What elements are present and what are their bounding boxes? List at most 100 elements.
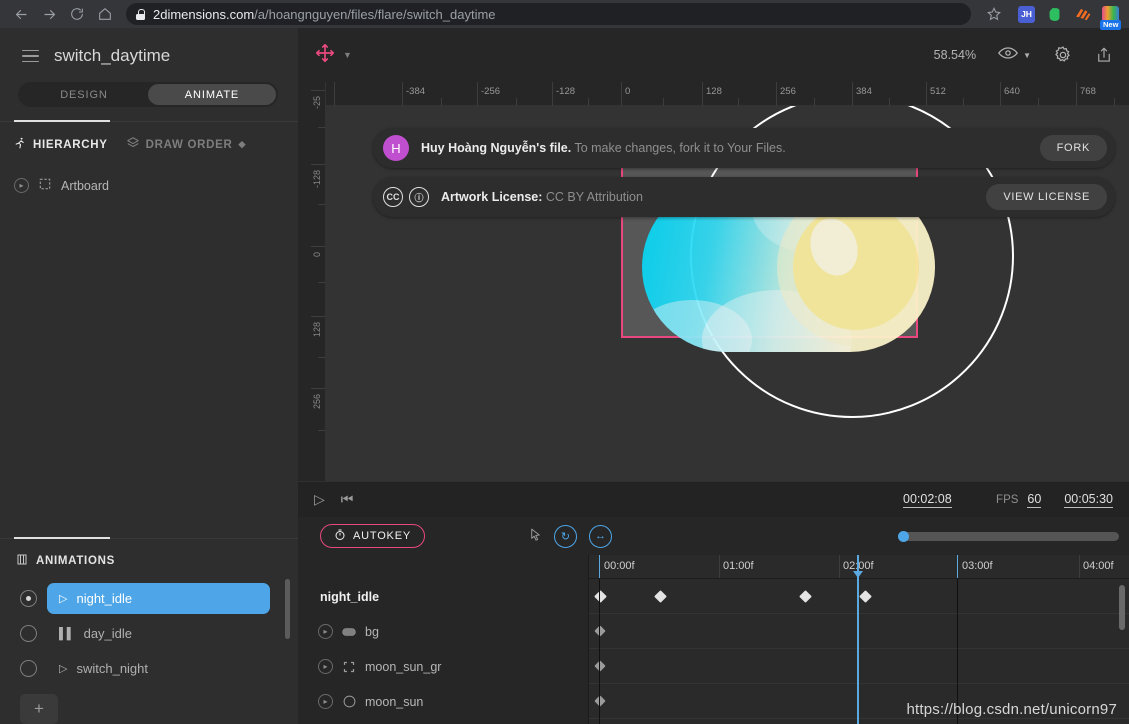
cc-icon: CC (383, 187, 403, 207)
attribution-icon: ⓘ (409, 187, 429, 207)
track-name-column: night_idle ▸ bg ▸ moon_sun_gr ▸ moon_sun (298, 555, 588, 724)
list-item[interactable]: ▷ night_idle (0, 581, 298, 616)
new-badge: New (1100, 20, 1122, 30)
keyframe[interactable] (594, 660, 606, 672)
animation-item-night-idle[interactable]: ▷ night_idle (47, 583, 270, 614)
chevron-right-icon[interactable]: ▸ (318, 694, 333, 709)
hruler-tick: 128 (706, 86, 722, 97)
home-icon[interactable] (92, 1, 118, 27)
add-animation-button[interactable]: + (20, 694, 58, 724)
forward-arrow-icon[interactable] (36, 1, 62, 27)
animation-radio-switch-night[interactable] (20, 660, 37, 677)
move-tool-button[interactable]: ▼ (314, 42, 352, 69)
eye-icon (998, 46, 1018, 65)
tab-hierarchy[interactable]: HIERARCHY (14, 136, 108, 153)
timeline-toolbar: AUTOKEY ↻ ↔ (298, 517, 1129, 555)
playback-bar: ▷ ⏮ 00:02:08 FPS 60 00:05:30 (298, 481, 1129, 517)
animation-item-day-idle[interactable]: ▌▌ day_idle (47, 618, 270, 649)
fork-button[interactable]: FORK (1039, 135, 1107, 161)
range-knob-start[interactable] (898, 530, 909, 542)
timeline-scrollbar[interactable] (1119, 585, 1125, 630)
chevron-right-icon[interactable]: ▸ (318, 624, 333, 639)
license-banner-text: Artwork License: CC BY Attribution (441, 190, 643, 204)
animation-radio-night-idle[interactable] (20, 590, 37, 607)
tab-animate[interactable]: ANIMATE (148, 84, 276, 105)
mode-toggle[interactable]: DESIGN ANIMATE (18, 82, 278, 107)
hruler-tick: 640 (1004, 86, 1020, 97)
watermark: https://blog.csdn.net/unicorn97 (906, 701, 1117, 718)
track-grid[interactable]: 00:00f 01:00f 02:00f 03:00f 04:00f (588, 555, 1129, 724)
track-name-moon-sun-gr[interactable]: ▸ moon_sun_gr (298, 649, 588, 684)
fork-banner: H Huy Hoàng Nguyễn's file. To make chang… (373, 128, 1115, 168)
fork-banner-owner: Huy Hoàng Nguyễn's file. (421, 141, 572, 155)
total-time[interactable]: 00:05:30 (1064, 492, 1113, 508)
playhead[interactable] (853, 555, 863, 724)
table-row[interactable] (589, 579, 1129, 614)
chevron-down-icon[interactable]: ▼ (343, 50, 352, 60)
track-name-moon-flare[interactable]: ▸ moon-flare (298, 719, 588, 724)
editor-toolbar: ▼ 58.54% ▼ (298, 28, 1129, 82)
playback-right: FPS 60 00:05:30 (996, 492, 1113, 508)
hamburger-icon[interactable] (22, 49, 39, 63)
keyframe[interactable] (653, 589, 667, 603)
skip-to-start-icon[interactable]: ⏮ (341, 491, 354, 508)
table-row[interactable] (589, 719, 1129, 724)
fps-label: FPS (996, 493, 1019, 506)
fps-value[interactable]: 60 (1027, 492, 1042, 508)
back-arrow-icon[interactable] (8, 1, 34, 27)
timeline-body: night_idle ▸ bg ▸ moon_sun_gr ▸ moon_sun… (298, 555, 1129, 724)
star-icon[interactable] (981, 1, 1007, 27)
visibility-dropdown[interactable]: ▼ (998, 46, 1031, 65)
keyframe[interactable] (858, 589, 872, 603)
list-item[interactable]: ▌▌ day_idle (0, 616, 298, 651)
honey-extension-icon[interactable] (1074, 6, 1091, 23)
list-item[interactable]: ▷ switch_night (0, 651, 298, 686)
track-name-bg[interactable]: ▸ bg (298, 614, 588, 649)
film-icon (16, 553, 28, 569)
animation-radio-day-idle[interactable] (20, 625, 37, 642)
panel-tab-row: HIERARCHY DRAW ORDER ◆ (0, 122, 298, 153)
license-value: CC BY Attribution (545, 190, 643, 204)
keyframe[interactable] (593, 589, 607, 603)
table-row[interactable] (589, 614, 1129, 649)
loop-button-icon[interactable]: ↻ (553, 524, 577, 548)
zoom-level[interactable]: 58.54% (934, 48, 976, 62)
canvas-stage[interactable]: H Huy Hoàng Nguyễn's file. To make chang… (326, 106, 1129, 481)
table-row[interactable] (589, 649, 1129, 684)
horizontal-ruler: -384 -256 -128 0 128 256 384 512 640 768 (326, 82, 1129, 106)
pingpong-button-icon[interactable]: ↔ (588, 524, 612, 548)
keyframe[interactable] (798, 589, 812, 603)
track-label: night_idle (320, 589, 380, 604)
animations-scrollbar[interactable] (285, 579, 290, 639)
tab-design[interactable]: DESIGN (20, 84, 148, 105)
tab-draw-order[interactable]: DRAW ORDER ◆ (126, 136, 247, 153)
keyframe[interactable] (594, 625, 606, 637)
keyframe[interactable] (594, 695, 606, 707)
cursor-arrow-icon (529, 527, 542, 545)
chevron-right-icon[interactable]: ▸ (318, 659, 333, 674)
diamond-icon: ◆ (238, 139, 247, 149)
chevron-right-icon[interactable]: ▸ (14, 178, 29, 193)
address-bar[interactable]: 2dimensions.com/a/hoangnguyen/files/flar… (126, 3, 971, 25)
playhead-handle[interactable] (853, 571, 863, 578)
play-icon[interactable]: ▷ (314, 491, 325, 508)
track-name-night-idle[interactable]: night_idle (298, 579, 588, 614)
play-icon: ▷ (59, 663, 68, 675)
animation-item-switch-night[interactable]: ▷ switch_night (47, 653, 270, 684)
autokey-button[interactable]: AUTOKEY (320, 524, 425, 548)
jh-extension-icon[interactable]: JH (1018, 5, 1035, 23)
fork-banner-text: Huy Hoàng Nguyễn's file. To make changes… (421, 141, 786, 155)
share-icon[interactable] (1095, 45, 1113, 65)
track-name-moon-sun[interactable]: ▸ moon_sun (298, 684, 588, 719)
view-license-button[interactable]: VIEW LICENSE (986, 184, 1107, 210)
hruler-tick: -384 (406, 86, 426, 97)
evernote-extension-icon[interactable] (1046, 6, 1063, 23)
tree-item-artboard[interactable]: ▸ Artboard (14, 177, 298, 194)
gear-icon[interactable] (1053, 45, 1073, 65)
circle-icon (342, 695, 356, 708)
reload-icon[interactable] (64, 1, 90, 27)
hruler-tick: 768 (1080, 86, 1096, 97)
current-time[interactable]: 00:02:08 (903, 492, 952, 508)
rainbow-extension-icon[interactable]: New (1100, 5, 1122, 30)
timeline-range-slider[interactable] (898, 530, 1119, 542)
